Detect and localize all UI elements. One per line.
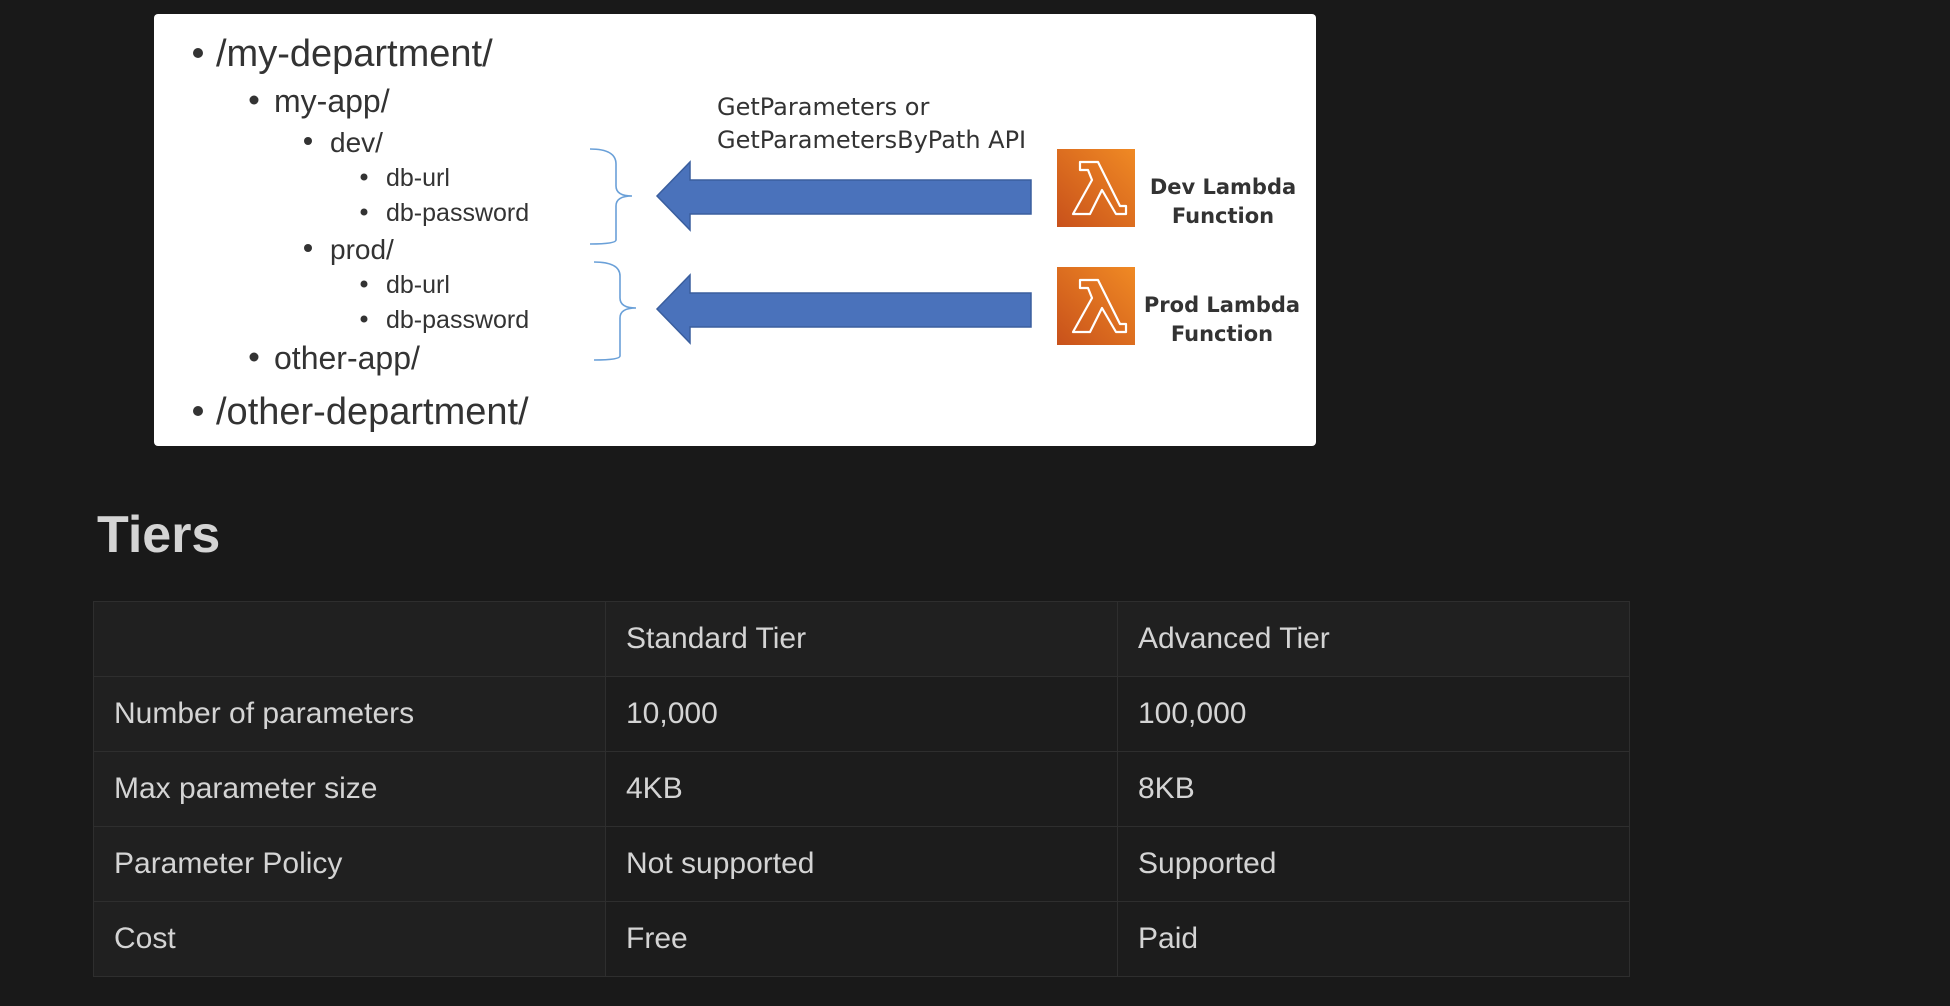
prod-function-label-line1: Prod Lambda: [1144, 293, 1300, 317]
bullet: [304, 137, 312, 145]
tree-dev-db-password: db-password: [386, 199, 529, 227]
tree-prod-db-password: db-password: [386, 306, 529, 334]
dev-arrow: [655, 160, 1032, 232]
table-row: Max parameter size 4KB 8KB: [93, 751, 1630, 827]
prod-function-label-line2: Function: [1171, 322, 1273, 346]
bullet: [193, 406, 203, 416]
header-advanced-tier: Advanced Tier: [1117, 601, 1630, 677]
standard-value: 10,000: [605, 676, 1118, 752]
header-empty: [93, 601, 606, 677]
parameter-hierarchy-diagram: /my-department/ my-app/ dev/ db-url db-p…: [154, 14, 1316, 446]
row-label: Cost: [93, 901, 606, 977]
row-label: Max parameter size: [93, 751, 606, 827]
table-header-row: Standard Tier Advanced Tier: [93, 601, 1630, 677]
table-row: Number of parameters 10,000 100,000: [93, 676, 1630, 752]
dev-brace: [589, 148, 633, 245]
lambda-icon: [1057, 267, 1135, 345]
diagram-canvas: /my-department/ my-app/ dev/ db-url db-p…: [193, 33, 1300, 433]
prod-arrow: [655, 273, 1032, 345]
tree-app-my-app: my-app/: [274, 83, 390, 119]
tiers-table: Standard Tier Advanced Tier Number of pa…: [93, 601, 1630, 977]
standard-value: Free: [605, 901, 1118, 977]
lambda-icon: [1057, 149, 1135, 227]
tree-env-prod: prod/: [330, 234, 394, 265]
standard-value: 4KB: [605, 751, 1118, 827]
tree-prod-db-url: db-url: [386, 271, 450, 299]
row-label: Number of parameters: [93, 676, 606, 752]
advanced-value: 8KB: [1117, 751, 1630, 827]
prod-brace: [593, 261, 637, 361]
page: /my-department/ my-app/ dev/ db-url db-p…: [0, 0, 1950, 1006]
advanced-value: 100,000: [1117, 676, 1630, 752]
row-label: Parameter Policy: [93, 826, 606, 902]
tree-root-my-department: /my-department/: [216, 33, 493, 75]
advanced-value: Supported: [1117, 826, 1630, 902]
tree-app-other-app: other-app/: [274, 340, 420, 376]
advanced-value: Paid: [1117, 901, 1630, 977]
table-row: Parameter Policy Not supported Supported: [93, 826, 1630, 902]
bullet: [360, 280, 368, 288]
dev-function-label-line2: Function: [1172, 204, 1274, 228]
bullet: [360, 208, 368, 216]
bullet: [360, 315, 368, 323]
standard-value: Not supported: [605, 826, 1118, 902]
bullet: [249, 95, 259, 105]
api-label-line1: GetParameters or: [717, 93, 929, 121]
dev-function-label-line1: Dev Lambda: [1150, 175, 1296, 199]
tree-dev-db-url: db-url: [386, 164, 450, 192]
bullet: [249, 352, 259, 362]
header-standard-tier: Standard Tier: [605, 601, 1118, 677]
bullet: [304, 244, 312, 252]
tiers-heading: Tiers: [97, 506, 221, 564]
api-label-line2: GetParametersByPath API: [717, 126, 1026, 154]
table-row: Cost Free Paid: [93, 901, 1630, 977]
tree-root-other-department: /other-department/: [216, 391, 529, 433]
bullet: [193, 48, 203, 58]
bullet: [360, 173, 368, 181]
tree-env-dev: dev/: [330, 127, 383, 158]
